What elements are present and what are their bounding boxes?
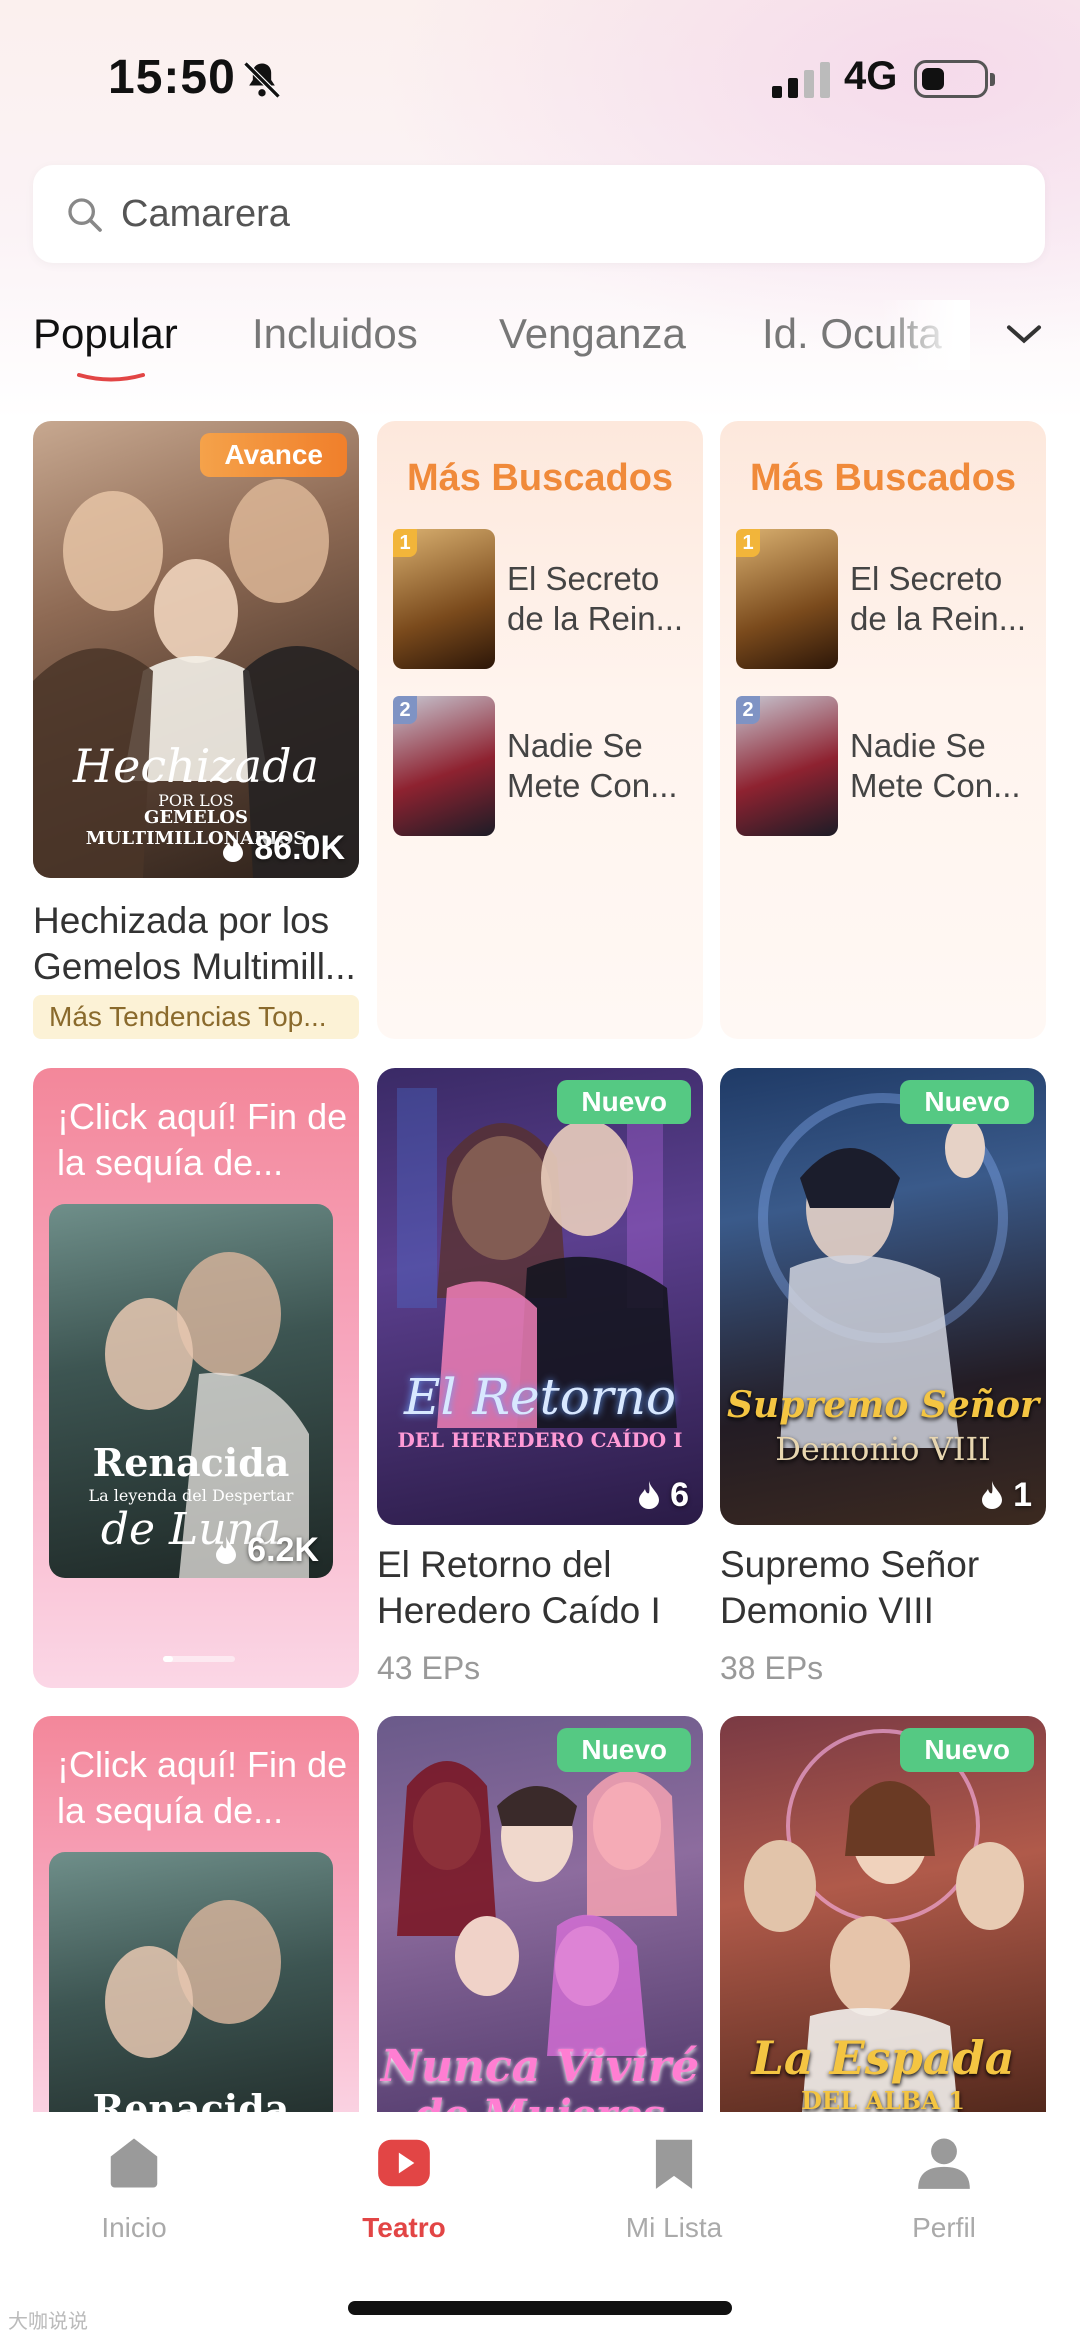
views-value: 86.0K xyxy=(254,829,345,867)
views-value: 6.2K xyxy=(247,1531,319,1569)
person-icon xyxy=(918,2138,970,2189)
rank-panel[interactable]: Más Buscados 1 El Secreto de la Rein... … xyxy=(377,421,703,1039)
poster-subtitle: Demonio VIII xyxy=(775,1430,991,1468)
episode-count: 43 EPs xyxy=(377,1650,481,1686)
flame-icon xyxy=(222,834,243,862)
status-time: 15:50 xyxy=(108,51,236,104)
flame-icon xyxy=(981,1481,1002,1509)
featured-title[interactable]: Hechizada por los Gemelos Multimill... xyxy=(33,898,363,990)
rank-item-title: El Secreto de la Rein... xyxy=(850,560,1027,637)
poster-title: Nunca Viviré xyxy=(380,2041,700,2092)
flame-icon xyxy=(215,1536,236,1564)
bell-muted-icon xyxy=(243,61,281,99)
battery-icon xyxy=(914,60,995,98)
home-indicator[interactable] xyxy=(348,2301,732,2315)
rank-item-title: Nadie Se Mete Con... xyxy=(507,727,678,804)
views-value: 6 xyxy=(670,1476,689,1514)
poster-title: El Retorno xyxy=(403,1368,677,1426)
rank-number: 2 xyxy=(736,696,760,724)
drama-poster[interactable]: Nuevo La Espada DEL ALBA 1 xyxy=(720,1716,1046,2136)
views-count: 6.2K xyxy=(214,1531,319,1570)
trending-tag[interactable]: Más Tendencias Top... xyxy=(33,995,359,1039)
promo-text: ¡Click aquí! Fin de la sequía de... xyxy=(57,1096,348,1183)
network-type: 4G xyxy=(844,54,898,98)
poster-title: Supremo Señor xyxy=(727,1384,1039,1426)
promo-text: ¡Click aquí! Fin de la sequía de... xyxy=(57,1744,348,1831)
search-bar[interactable]: Camarera xyxy=(33,165,1045,263)
nav-label: Inicio xyxy=(101,2212,167,2243)
nav-label: Perfil xyxy=(912,2212,976,2243)
tab-popular[interactable]: Popular xyxy=(33,310,178,358)
rank-item-title: Nadie Se Mete Con... xyxy=(850,727,1021,804)
featured-poster[interactable]: Avance Hechizada POR LOS GEMELOS MULTIMI… xyxy=(33,421,359,878)
views-count: 6 xyxy=(637,1476,689,1515)
rank-number: 1 xyxy=(736,529,760,557)
rank-panel-title: Más Buscados xyxy=(749,457,1017,499)
chevron-down-icon[interactable] xyxy=(1004,318,1044,350)
nav-label: Mi Lista xyxy=(625,2212,723,2243)
poster-title: Hechizada xyxy=(73,739,319,793)
rank-number: 1 xyxy=(393,529,417,557)
carousel-indicator xyxy=(163,1656,235,1662)
nav-perfil[interactable]: Perfil xyxy=(854,2132,1034,2244)
episode-count: 38 EPs xyxy=(720,1650,824,1686)
poster-title: La Espada xyxy=(751,2031,1015,2085)
new-badge: Nuevo xyxy=(557,1080,691,1124)
rank-item[interactable]: 1 El Secreto de la Rein... xyxy=(736,529,1036,669)
promo-poster: Renacida La leyenda del Despertar de Lun… xyxy=(49,1204,333,1578)
tabs-fade xyxy=(880,300,970,370)
nav-label: Teatro xyxy=(362,2212,446,2243)
views-value: 1 xyxy=(1013,1476,1032,1514)
poster-subtitle: DEL ALBA 1 xyxy=(801,2086,965,2115)
nav-inicio[interactable]: Inicio xyxy=(44,2132,224,2244)
home-icon xyxy=(110,2138,158,2188)
new-badge: Nuevo xyxy=(900,1728,1034,1772)
featured-badge: Avance xyxy=(200,433,347,477)
poster-subtitle: DEL HEREDERO CAÍDO I xyxy=(397,1428,683,1452)
poster-subtitle: La leyenda del Despertar xyxy=(88,1486,294,1505)
rank-item-title: El Secreto de la Rein... xyxy=(507,560,684,637)
search-placeholder: Camarera xyxy=(121,193,290,235)
rank-number: 2 xyxy=(393,696,417,724)
promo-card[interactable]: ¡Click aquí! Fin de la sequía de... Rena… xyxy=(33,1068,359,1688)
poster-art xyxy=(397,1088,677,1428)
drama-poster[interactable]: Nuevo Nunca Viviré de Mujeres xyxy=(377,1716,703,2136)
new-badge: Nuevo xyxy=(900,1080,1034,1124)
signal-icon xyxy=(772,62,830,98)
rank-panel[interactable]: Más Buscados 1 El Secreto de la Rein... … xyxy=(720,421,1046,1039)
tab-venganza[interactable]: Venganza xyxy=(499,310,686,358)
drama-poster[interactable]: Nuevo Supremo Señor Demonio VIII 1 xyxy=(720,1068,1046,1525)
rank-item[interactable]: 2 Nadie Se Mete Con... xyxy=(393,696,693,836)
views-count: 86.0K xyxy=(221,829,345,868)
promo-poster: Renacida xyxy=(49,1852,333,2136)
search-icon xyxy=(68,198,102,232)
views-count: 1 xyxy=(980,1476,1032,1515)
poster-title: Renacida xyxy=(92,1440,290,1485)
tab-active-indicator xyxy=(77,373,145,382)
bookmark-icon xyxy=(655,2139,693,2189)
drama-title[interactable]: El Retorno del Heredero Caído I xyxy=(377,1542,707,1634)
watermark: 大咖说说 xyxy=(8,2311,88,2333)
drama-title[interactable]: Supremo Señor Demonio VIII xyxy=(720,1542,1050,1634)
tab-incluidos[interactable]: Incluidos xyxy=(252,310,418,358)
rank-item[interactable]: 1 El Secreto de la Rein... xyxy=(393,529,693,669)
rank-panel-title: Más Buscados xyxy=(406,457,674,499)
new-badge: Nuevo xyxy=(557,1728,691,1772)
nav-teatro[interactable]: Teatro xyxy=(314,2132,494,2244)
nav-mi-lista[interactable]: Mi Lista xyxy=(584,2132,764,2244)
drama-poster[interactable]: Nuevo El Retorno DEL HEREDERO CAÍDO I 6 xyxy=(377,1068,703,1525)
promo-card[interactable]: ¡Click aquí! Fin de la sequía de... Rena… xyxy=(33,1716,359,2136)
play-icon xyxy=(378,2139,430,2187)
rank-item[interactable]: 2 Nadie Se Mete Con... xyxy=(736,696,1036,836)
flame-icon xyxy=(638,1481,659,1509)
